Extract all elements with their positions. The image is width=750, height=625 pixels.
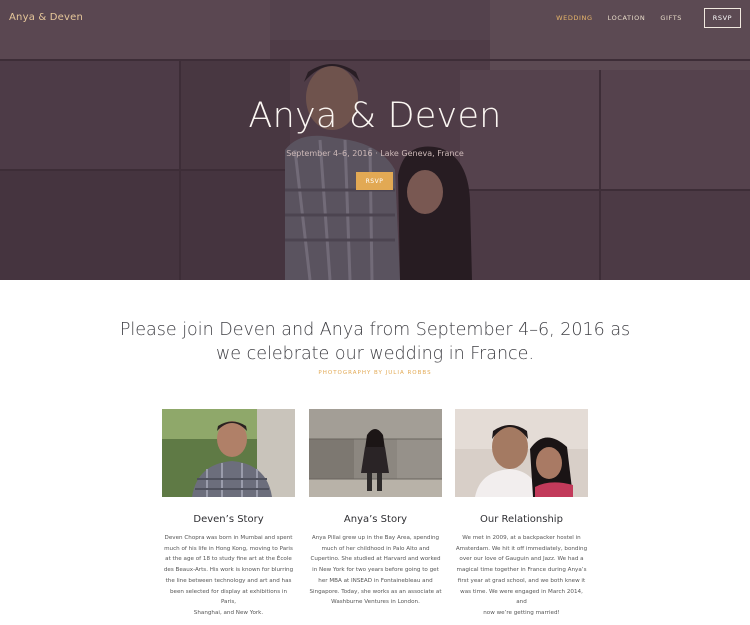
nav-location[interactable]: LOCATION — [608, 14, 646, 22]
hero-banner: Anya & Deven WEDDING LOCATION GIFTS RSVP… — [0, 0, 750, 280]
nav-wedding[interactable]: WEDDING — [556, 14, 593, 22]
card-text-anya: Anya Pillai grew up in the Bay Area, spe… — [309, 535, 442, 606]
couple-photo — [455, 409, 588, 497]
hero-title: Anya & Deven — [248, 96, 502, 136]
card-title-anya: Anya’s Story — [343, 514, 408, 525]
hero-overlay — [0, 0, 750, 280]
intro-text: Please join Deven and Anya from Septembe… — [0, 318, 750, 366]
nav-gifts[interactable]: GIFTS — [660, 14, 682, 22]
nav-rsvp-button[interactable]: RSVP — [704, 8, 741, 28]
intro-line-2: we celebrate our wedding in France. — [215, 344, 535, 364]
anya-photo — [309, 409, 442, 497]
story-card-anya: Anya’s Story Anya Pillai grew up in the … — [309, 409, 442, 608]
story-card-relationship: Our Relationship We met in 2009, at a ba… — [455, 409, 588, 619]
photo-credit: PHOTOGRAPHY BY JULIA ROBBS — [318, 370, 432, 376]
story-card-deven: Deven’s Story Deven Chopra was born in M… — [162, 409, 295, 619]
card-title-deven: Deven’s Story — [193, 514, 264, 525]
main-nav: WEDDING LOCATION GIFTS — [556, 14, 682, 22]
hero-rsvp-button[interactable]: RSVP — [356, 172, 393, 190]
site-brand[interactable]: Anya & Deven — [9, 12, 83, 23]
card-title-relationship: Our Relationship — [480, 514, 563, 525]
card-text-deven: Deven Chopra was born in Mumbai and spen… — [163, 535, 294, 616]
hero-subtitle: September 4–6, 2016 · Lake Geneva, Franc… — [286, 149, 464, 158]
intro-line-1: Please join Deven and Anya from Septembe… — [119, 320, 631, 340]
card-text-relationship: We met in 2009, at a backpacker hostel i… — [455, 535, 588, 616]
deven-photo — [162, 409, 295, 497]
